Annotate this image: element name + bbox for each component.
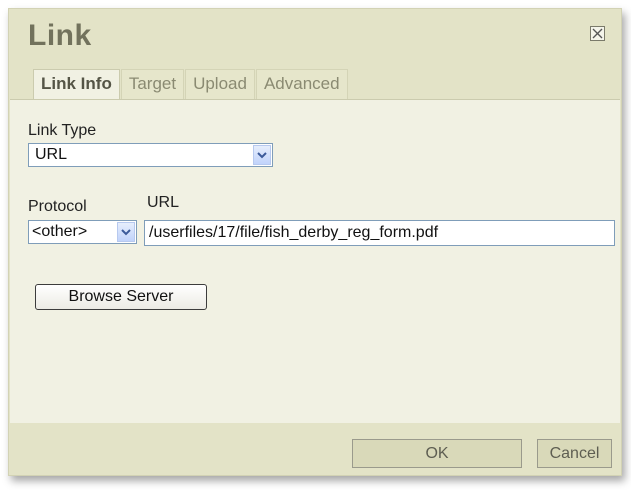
link-type-label: Link Type	[28, 122, 97, 139]
url-input[interactable]: /userfiles/17/file/fish_derby_reg_form.p…	[144, 220, 615, 246]
chevron-down-icon[interactable]	[117, 222, 135, 242]
chevron-down-icon[interactable]	[253, 145, 271, 165]
tab-advanced[interactable]: Advanced	[255, 69, 348, 99]
protocol-select[interactable]: <other>	[28, 220, 137, 244]
tab-target[interactable]: Target	[120, 69, 185, 99]
protocol-label: Protocol	[28, 198, 87, 215]
tab-bar: Link Info Target Upload Advanced	[33, 69, 349, 100]
cancel-button[interactable]: Cancel	[537, 439, 612, 468]
dialog-title: Link	[28, 19, 92, 52]
link-dialog: Link Link Info Target Upload Advanced Li…	[8, 8, 622, 476]
url-label: URL	[147, 194, 180, 211]
close-icon[interactable]	[590, 26, 605, 41]
protocol-value: <other>	[32, 223, 88, 240]
link-info-panel: Link Type URL Protocol URL <other> /user…	[10, 99, 620, 423]
tab-link-info[interactable]: Link Info	[33, 69, 120, 100]
link-type-value: URL	[35, 146, 68, 163]
tab-upload[interactable]: Upload	[185, 69, 255, 99]
browse-server-button[interactable]: Browse Server	[35, 284, 207, 310]
ok-button[interactable]: OK	[352, 439, 522, 468]
link-type-select[interactable]: URL	[28, 143, 273, 167]
